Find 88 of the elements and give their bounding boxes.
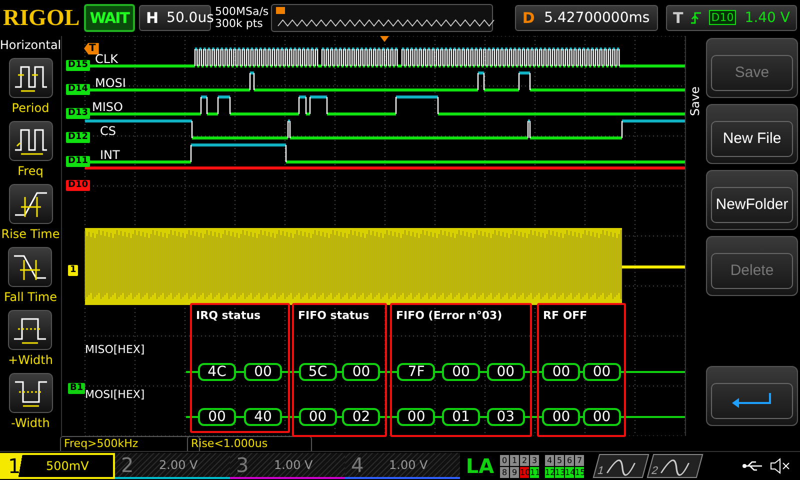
channel-button[interactable]: 3 1.00 V — [230, 453, 345, 480]
channel-bit: 6 — [565, 454, 574, 466]
measure-button[interactable] — [8, 372, 52, 413]
trigger-source: D10 — [709, 10, 736, 26]
channel-bit: 14 — [565, 466, 574, 478]
menu-title: Save — [687, 85, 703, 116]
decode-packet: 00 — [442, 362, 480, 381]
channel-bit: 5 — [555, 454, 564, 466]
bus-label: MOSI[HEX] — [85, 388, 145, 401]
channel-bit: 3 — [530, 454, 539, 466]
decode-packet: 7F — [397, 362, 436, 381]
channel-tag: D10 — [66, 180, 90, 191]
measure-label: Fall Time — [4, 290, 57, 304]
decode-packet: 00 — [198, 408, 236, 426]
rising-edge-icon — [691, 10, 702, 25]
decode-packet: 02 — [342, 408, 380, 426]
decode-packet: 03 — [486, 408, 525, 426]
brand-logo: RIGOL — [3, 4, 80, 31]
bus-tag: B1 — [68, 382, 86, 394]
bus-label: MISO[HEX] — [85, 342, 145, 356]
channel-button[interactable]: 1 500mV — [0, 453, 115, 480]
channel-bit: 2 — [520, 454, 529, 466]
channel-bit: 0 — [500, 454, 509, 466]
mute-icon — [770, 458, 792, 474]
return-button[interactable] — [706, 366, 798, 426]
group-title: RF OFF — [543, 308, 588, 322]
decode-packet: 00 — [542, 408, 580, 426]
measure-label: -Width — [11, 416, 50, 430]
trigger-marker: T — [84, 42, 99, 55]
decode-packet: 00 — [542, 362, 580, 381]
channel-bit: 1 — [510, 454, 519, 466]
generator-button[interactable]: 2 — [646, 454, 704, 478]
channel-tag: D15 — [66, 60, 90, 71]
channel-tag: 1 — [68, 264, 78, 276]
timebase-display[interactable]: H 50.0us — [138, 4, 211, 31]
channel-label: INT — [100, 148, 120, 162]
sine-wave-icon — [658, 459, 691, 478]
measure-button[interactable] — [8, 120, 52, 161]
sine-wave-icon — [604, 459, 637, 478]
menu-title: Horizontal — [0, 36, 62, 54]
measure-label: Rise Time — [1, 226, 60, 241]
menu-button[interactable]: NewFolder — [706, 170, 798, 230]
decode-packet: 00 — [582, 362, 621, 381]
delay-display[interactable]: D 5.42700000ms — [515, 4, 658, 31]
group-title: FIFO (Error n°03) — [396, 308, 502, 322]
measurement-readout: Rise<1.000us — [187, 436, 312, 452]
usb-icon — [742, 460, 764, 472]
channel-label: CS — [100, 124, 116, 138]
measure-button[interactable] — [8, 310, 52, 350]
measure-button[interactable] — [8, 246, 52, 287]
channel-tag: D12 — [66, 132, 90, 143]
run-status[interactable]: WAIT — [84, 4, 135, 32]
group-title: FIFO status — [298, 308, 370, 322]
channel-button[interactable]: 4 1.00 V — [345, 453, 460, 480]
channel-tag: D14 — [66, 84, 90, 95]
sample-rate: 500MSa/s — [214, 6, 267, 18]
return-icon — [730, 390, 774, 411]
channel-button[interactable]: 2 2.00 V — [115, 453, 230, 480]
channel-label: MOSI — [95, 76, 126, 90]
channel-bit: 8 — [500, 466, 509, 478]
memory-depth: 300k pts — [214, 18, 264, 30]
decode-packet: 40 — [244, 408, 282, 426]
decode-packet: 00 — [486, 362, 525, 381]
channel-bit: 7 — [575, 454, 584, 466]
decode-packet: 01 — [442, 408, 480, 426]
channel-label: MISO — [92, 100, 123, 114]
measure-label: Period — [12, 100, 50, 115]
channel-bit: 11 — [530, 466, 539, 478]
group-title: IRQ status — [196, 308, 261, 322]
decode-packet: 00 — [244, 362, 282, 381]
decode-packet: 5C — [298, 362, 337, 381]
decode-packet: 00 — [582, 408, 621, 426]
channel-bit: 4 — [545, 454, 554, 466]
generator-button[interactable]: 1 — [592, 454, 650, 478]
measure-button[interactable] — [8, 184, 52, 224]
decode-packet: 00 — [397, 408, 436, 426]
trigger-display[interactable]: T D10 1.40 V — [666, 4, 797, 31]
logic-analyzer-button[interactable]: LA — [460, 454, 500, 478]
decode-packet: 00 — [298, 408, 337, 426]
channel-tag: D11 — [66, 156, 90, 167]
channel-tag: D13 — [66, 108, 90, 119]
measure-label: +Width — [8, 352, 53, 367]
channel-bit: 9 — [510, 466, 519, 478]
decode-packet: 00 — [342, 362, 380, 381]
measure-label: Freq — [18, 164, 44, 178]
menu-button[interactable]: New File — [706, 104, 798, 164]
measure-button[interactable] — [8, 58, 52, 98]
decode-packet: 4C — [198, 362, 236, 381]
